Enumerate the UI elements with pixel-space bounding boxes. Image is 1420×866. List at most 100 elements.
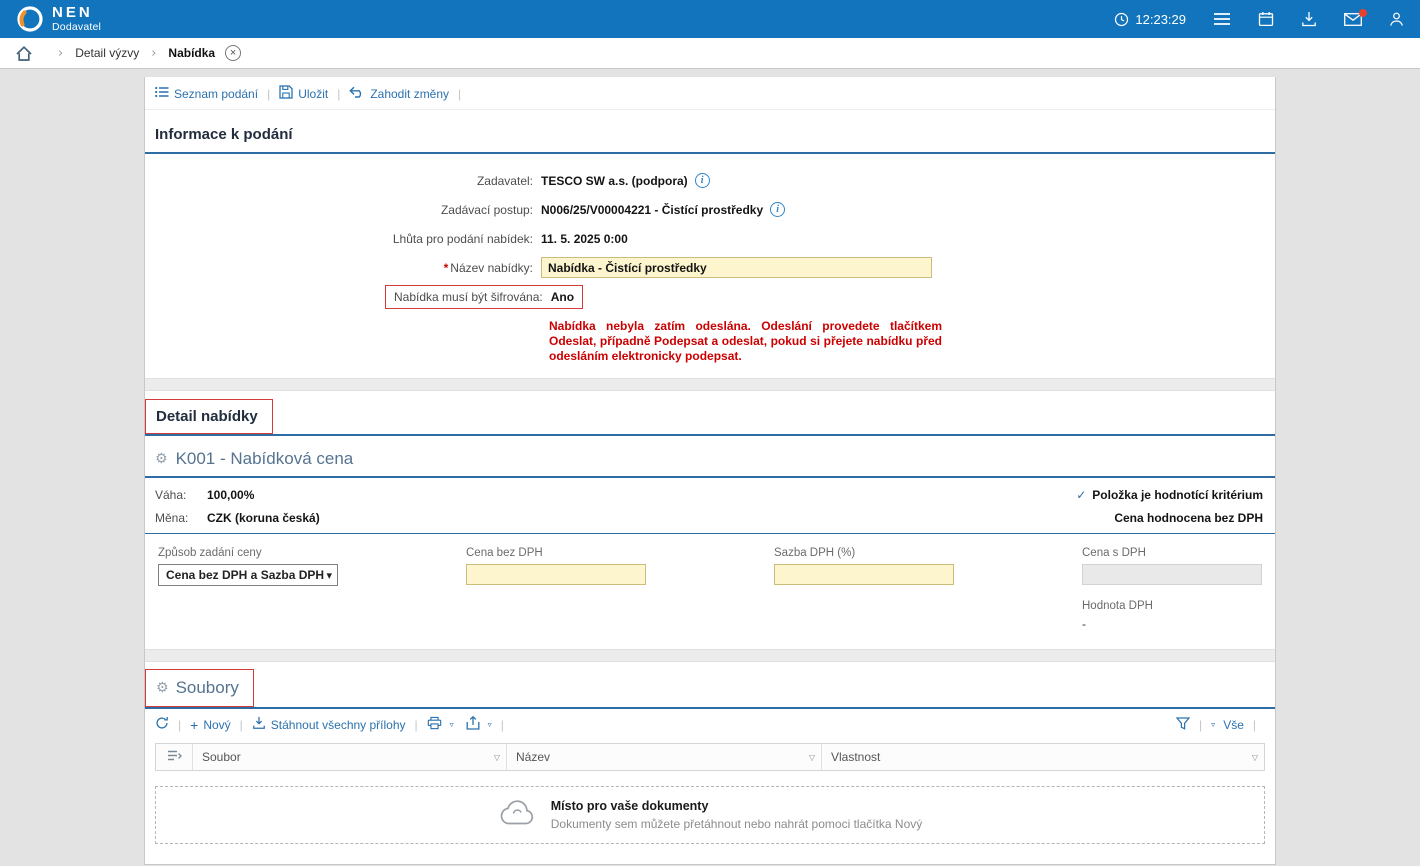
kriterium-label: Položka je hodnotící kritérium [1092,488,1263,502]
stahnout-prilohy-button[interactable]: Stáhnout všechny přílohy [252,716,406,733]
gear-icon: ⚙ [155,451,168,467]
lhuta-label: Lhůta pro podání nabídek: [145,232,541,246]
dropzone-subtitle: Dokumenty sem můžete přetáhnout nebo nah… [551,817,923,833]
refresh-button[interactable] [155,716,169,733]
filter-button[interactable] [1176,717,1190,733]
print-button[interactable]: ▿ [427,716,454,733]
hodnocena-row: Cena hodnocena bez DPH [1076,506,1263,529]
notification-badge [1359,9,1367,17]
brand-subtitle: Dodavatel [52,22,101,33]
close-tab-icon[interactable]: × [225,45,241,61]
toolbar-separator: | [178,718,181,732]
documents-dropzone[interactable]: Místo pro vaše dokumenty Dokumenty sem m… [155,786,1265,844]
toolbar-separator: | [337,87,340,101]
zpusob-zadani-label: Způsob zadání ceny [158,547,338,559]
chevron-down-icon: ▿ [488,720,492,729]
refresh-icon [155,716,169,733]
filter-caret-icon[interactable]: ▽ [1246,753,1258,762]
zadavatel-value: TESCO SW a.s. (podpora) [541,174,688,188]
record-toolbar: Seznam podání | Uložit | Zahodit změny | [145,77,1275,110]
ulozit-label: Uložit [298,87,328,101]
cena-bez-dph-input[interactable] [466,564,646,585]
sifrovana-value: Ano [551,290,574,304]
zahodit-zmeny-label: Zahodit změny [370,87,449,101]
seznam-podani-label: Seznam podání [174,87,258,101]
plus-icon: + [190,717,198,733]
files-toolbar-right: | ▿ Vše | [1176,717,1265,733]
novy-button[interactable]: + Nový [190,717,231,733]
vlastnost-column-label: Vlastnost [831,750,880,764]
ulozit-button[interactable]: Uložit [279,85,328,102]
clock-time: 12:23:29 [1135,12,1186,27]
cena-bez-dph-label: Cena bez DPH [466,547,646,559]
column-settings-button[interactable] [156,744,193,770]
not-sent-warning: Nabídka nebyla zatím odeslána. Odeslání … [549,319,942,364]
mena-row: Měna: CZK (koruna česká) [155,506,320,529]
zpusob-zadani-select[interactable]: Cena bez DPH a Sazba DPH ▾ [158,564,338,586]
zadavaci-postup-value: N006/25/V00004221 - Čistící prostředky [541,203,763,217]
chevron-down-icon: ▿ [450,720,454,729]
sazba-dph-input[interactable] [774,564,954,585]
files-toolbar: | + Nový | Stáhnout všechny přílohy | ▿ [145,709,1275,739]
soubor-column-label: Soubor [202,750,241,764]
zpusob-zadani-field: Způsob zadání ceny Cena bez DPH a Sazba … [158,547,338,631]
zahodit-zmeny-button[interactable]: Zahodit změny [349,86,449,101]
mail-icon[interactable] [1344,13,1362,26]
seznam-podani-button[interactable]: Seznam podání [155,86,258,101]
page-content: Seznam podání | Uložit | Zahodit změny |… [0,69,1420,866]
files-table-header: Soubor ▽ Název ▽ Vlastnost ▽ [155,743,1265,771]
mena-label: Měna: [155,511,207,525]
calendar-icon[interactable] [1258,11,1274,27]
form-row-zadavaci-postup: Zadávací postup: N006/25/V00004221 - Čis… [145,195,1275,224]
hodnocena-label: Cena hodnocena bez DPH [1114,511,1263,525]
export-button[interactable]: ▿ [466,716,492,733]
info-icon[interactable]: i [695,173,710,188]
section-title-soubory: Soubory [176,678,239,698]
required-asterisk: * [444,261,449,275]
nen-logo-icon[interactable] [16,5,44,33]
breadcrumb: › Detail výzvy › Nabídka × [0,38,1420,69]
filter-caret-icon[interactable]: ▽ [488,753,500,762]
cloud-upload-icon [498,799,536,832]
breadcrumb-detail-vyzvy[interactable]: Detail výzvy [75,46,139,60]
k001-title: K001 - Nabídková cena [176,449,354,469]
brand-name: NEN [52,5,101,20]
column-header-vlastnost[interactable]: Vlastnost ▽ [822,744,1264,770]
filter-icon [1176,717,1190,733]
zadavatel-label: Zadavatel: [145,174,541,188]
toolbar-separator: | [458,87,461,101]
form-row-lhuta: Lhůta pro podání nabídek: 11. 5. 2025 0:… [145,224,1275,253]
brand: NEN Dodavatel [52,5,101,33]
vse-dropdown[interactable]: ▿ Vše [1211,718,1244,732]
clock-icon [1114,12,1129,27]
column-header-soubor[interactable]: Soubor ▽ [193,744,507,770]
discard-icon [349,86,365,101]
info-icon[interactable]: i [770,202,785,217]
k001-meta: Váha: 100,00% Měna: CZK (koruna česká) ✓… [145,478,1275,533]
download-icon [252,716,266,733]
price-fields: Způsob zadání ceny Cena bez DPH a Sazba … [145,534,1275,649]
nazev-nabidky-label: *Název nabídky: [145,261,541,275]
check-icon: ✓ [1076,488,1086,502]
nazev-nabidky-input[interactable] [541,257,932,278]
session-clock: 12:23:29 [1114,12,1186,27]
home-icon[interactable] [16,46,32,61]
cena-s-dph-field: Cena s DPH Hodnota DPH - [1082,547,1262,631]
breadcrumb-separator-icon: › [151,46,156,61]
toolbar-separator: | [1253,718,1256,732]
menu-icon[interactable] [1213,12,1231,26]
info-form: Zadavatel: TESCO SW a.s. (podpora) i Zad… [145,154,1275,378]
user-icon[interactable] [1389,11,1404,27]
column-header-nazev[interactable]: Název ▽ [507,744,822,770]
vaha-row: Váha: 100,00% [155,483,320,506]
stahnout-prilohy-label: Stáhnout všechny přílohy [271,718,406,732]
section-divider [145,378,1275,391]
filter-caret-icon[interactable]: ▽ [803,753,815,762]
download-icon[interactable] [1301,11,1317,27]
chevron-down-icon: ▿ [1211,720,1215,729]
form-row-nazev-nabidky: *Název nabídky: [145,253,1275,282]
form-row-sifrovana: Nabídka musí být šifrována: Ano [145,285,1275,309]
k001-header: ⚙ K001 - Nabídková cena [145,436,1275,476]
toolbar-separator: | [1199,718,1202,732]
vaha-value: 100,00% [207,488,254,502]
